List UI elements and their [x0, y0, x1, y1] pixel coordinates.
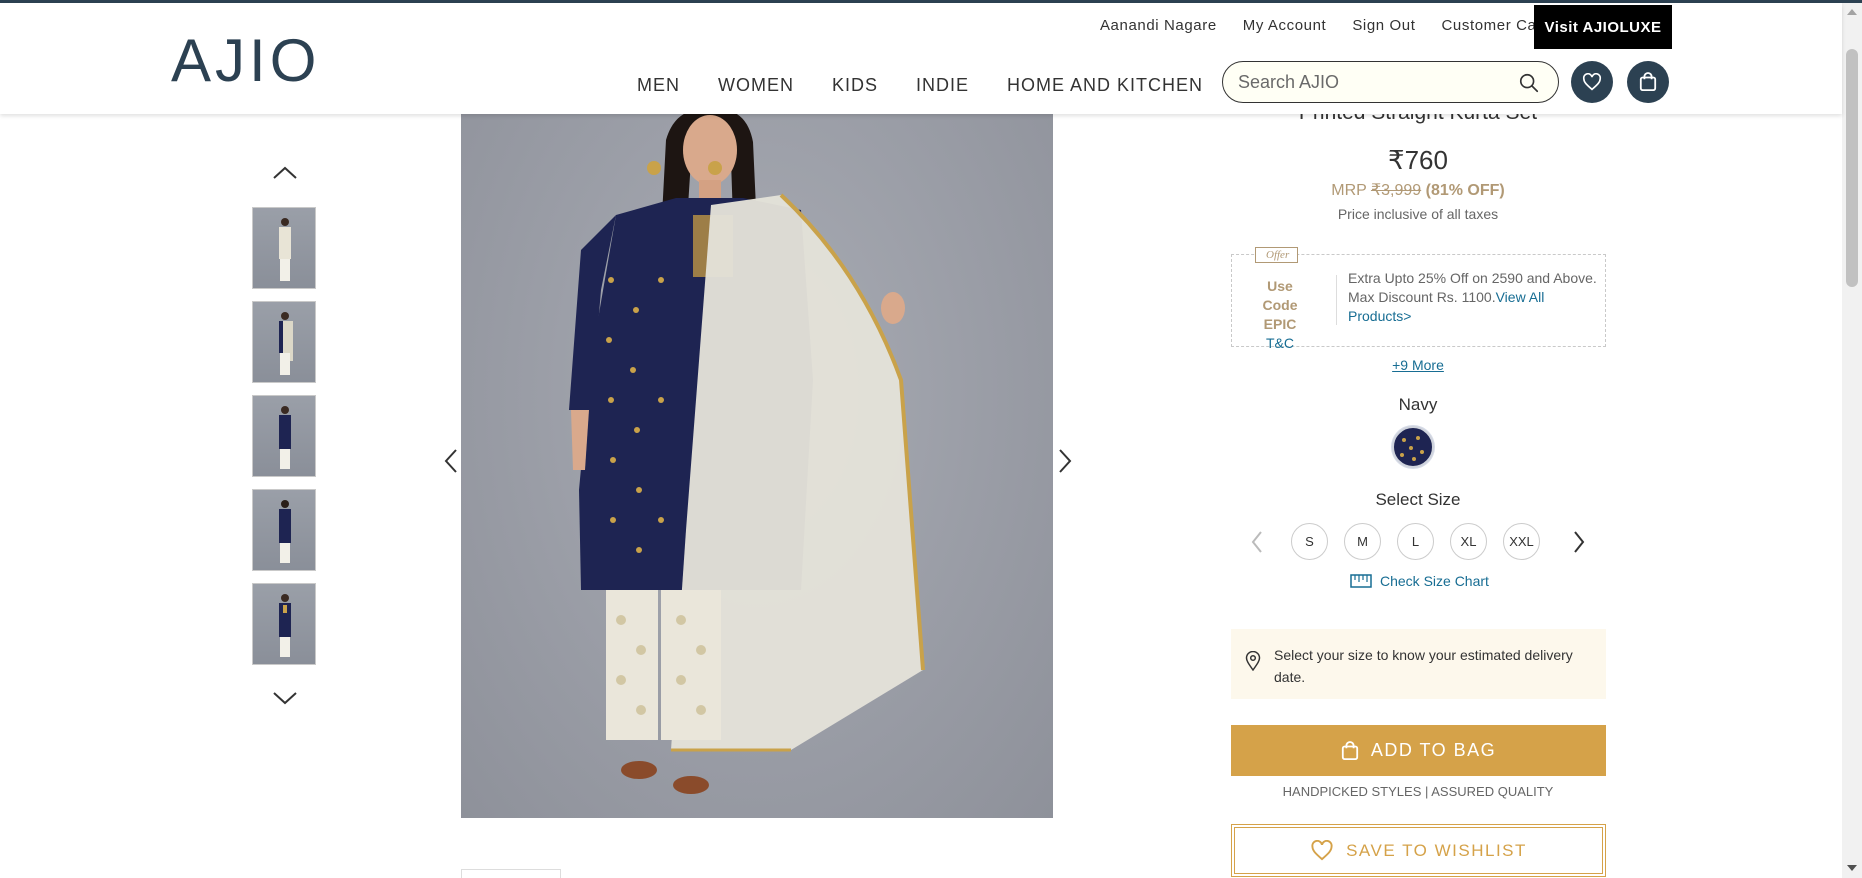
nav-women[interactable]: WOMEN [718, 75, 794, 96]
save-to-wishlist-button[interactable]: SAVE TO WISHLIST [1231, 824, 1606, 877]
scroll-up-arrow-icon[interactable] [1847, 9, 1857, 15]
thumbnail-image [279, 500, 291, 563]
discount-percent: (81% OFF) [1425, 182, 1505, 199]
offer-divider [1336, 275, 1337, 325]
heart-icon [1311, 840, 1333, 861]
my-account-link[interactable]: My Account [1243, 15, 1327, 37]
thumbs-down-chevron-icon[interactable] [270, 688, 300, 708]
thumbnail-image [279, 594, 291, 657]
scrollbar-thumb[interactable] [1846, 49, 1858, 287]
thumbnail-image [279, 312, 293, 375]
assured-quality-note: HANDPICKED STYLES | ASSURED QUALITY [1282, 784, 1554, 799]
sizes-next-arrow-icon[interactable] [1570, 528, 1588, 556]
image-next-arrow-icon[interactable] [1052, 446, 1076, 476]
add-to-bag-label: ADD TO BAG [1370, 740, 1497, 760]
color-swatch-navy[interactable] [1392, 426, 1434, 468]
mrp-line: MRP ₹3,999 (81% OFF) [1230, 180, 1606, 200]
ruler-icon [1350, 574, 1372, 588]
size-option[interactable]: L [1397, 523, 1434, 560]
delivery-info: Select your size to know your estimated … [1231, 629, 1606, 699]
shopping-bag-icon [1639, 72, 1657, 91]
thumbs-up-chevron-icon[interactable] [270, 163, 300, 183]
site-header: AJIO Aanandi Nagare My Account Sign Out … [0, 3, 1842, 114]
shopping-bag-icon [1341, 740, 1358, 760]
thumbnail-1[interactable] [252, 207, 316, 289]
thumbnail-4[interactable] [252, 489, 316, 571]
search-icon[interactable] [1518, 72, 1540, 94]
user-name-link[interactable]: Aanandi Nagare [1100, 15, 1217, 37]
swatch-pattern [1400, 436, 1424, 461]
product-price: ₹760 [1388, 145, 1448, 175]
offer-code: EPIC [1263, 316, 1297, 332]
mrp-label: MRP [1331, 182, 1367, 199]
nav-men[interactable]: MEN [637, 75, 680, 96]
bottom-section-tab [461, 869, 561, 878]
use-code-label: Use Code [1262, 278, 1298, 313]
visit-ajioluxe-button[interactable]: Visit AJIOLUXE [1534, 5, 1672, 49]
terms-link[interactable]: T&C [1250, 334, 1310, 353]
size-chart-link[interactable]: Check Size Chart [1350, 573, 1489, 589]
offer-code-block: Use Code EPIC T&C [1250, 277, 1310, 353]
main-nav: MEN WOMEN KIDS INDIE HOME AND KITCHEN [637, 75, 1241, 96]
sizes-prev-arrow-icon[interactable] [1248, 528, 1266, 556]
sign-out-link[interactable]: Sign Out [1352, 15, 1415, 37]
image-prev-arrow-icon[interactable] [440, 446, 464, 476]
size-option[interactable]: S [1291, 523, 1328, 560]
thumbnail-3[interactable] [252, 395, 316, 477]
more-offers-link[interactable]: +9 More [1230, 357, 1606, 373]
offer-description: Extra Upto 25% Off on 2590 and Above. Ma… [1348, 269, 1598, 326]
add-to-bag-button[interactable]: ADD TO BAG [1231, 725, 1606, 776]
size-option[interactable]: XL [1450, 523, 1487, 560]
tax-note: Price inclusive of all taxes [1337, 206, 1499, 222]
delivery-note: Select your size to know your estimated … [1274, 647, 1573, 685]
location-pin-icon [1245, 651, 1261, 671]
nav-indie[interactable]: INDIE [916, 75, 969, 96]
offer-text: Extra Upto 25% Off on 2590 and Above. Ma… [1348, 270, 1597, 305]
product-main-image[interactable] [461, 110, 1053, 818]
size-chart-label: Check Size Chart [1380, 573, 1489, 589]
thumbnail-image [279, 218, 291, 281]
save-to-wishlist-label: SAVE TO WISHLIST [1346, 840, 1527, 860]
product-photo [569, 110, 925, 794]
bag-button[interactable] [1627, 61, 1669, 103]
size-option[interactable]: M [1344, 523, 1381, 560]
size-options: S M L XL XXL [1291, 523, 1540, 560]
heart-icon [1582, 73, 1602, 91]
top-links: Aanandi Nagare My Account Sign Out Custo… [1100, 15, 1551, 37]
scroll-down-arrow-icon[interactable] [1847, 865, 1857, 871]
thumbnail-2[interactable] [252, 301, 316, 383]
ajio-logo[interactable]: AJIO [171, 31, 320, 91]
offer-tag: Offer [1255, 247, 1299, 263]
offer-box: Offer Use Code EPIC T&C Extra Upto 25% O… [1231, 247, 1606, 351]
thumbnail-5[interactable] [252, 583, 316, 665]
nav-home-and-kitchen[interactable]: HOME AND KITCHEN [1007, 75, 1203, 96]
size-option[interactable]: XXL [1503, 523, 1540, 560]
wishlist-button[interactable] [1571, 61, 1613, 103]
color-name: Navy [1398, 395, 1438, 414]
nav-kids[interactable]: KIDS [832, 75, 878, 96]
mrp-value: ₹3,999 [1370, 182, 1422, 199]
page-scrollbar[interactable] [1842, 3, 1862, 878]
search-input[interactable] [1238, 71, 1508, 93]
search-box [1222, 61, 1559, 103]
thumbnail-image [279, 406, 291, 469]
select-size-label: Select Size [1375, 490, 1461, 509]
